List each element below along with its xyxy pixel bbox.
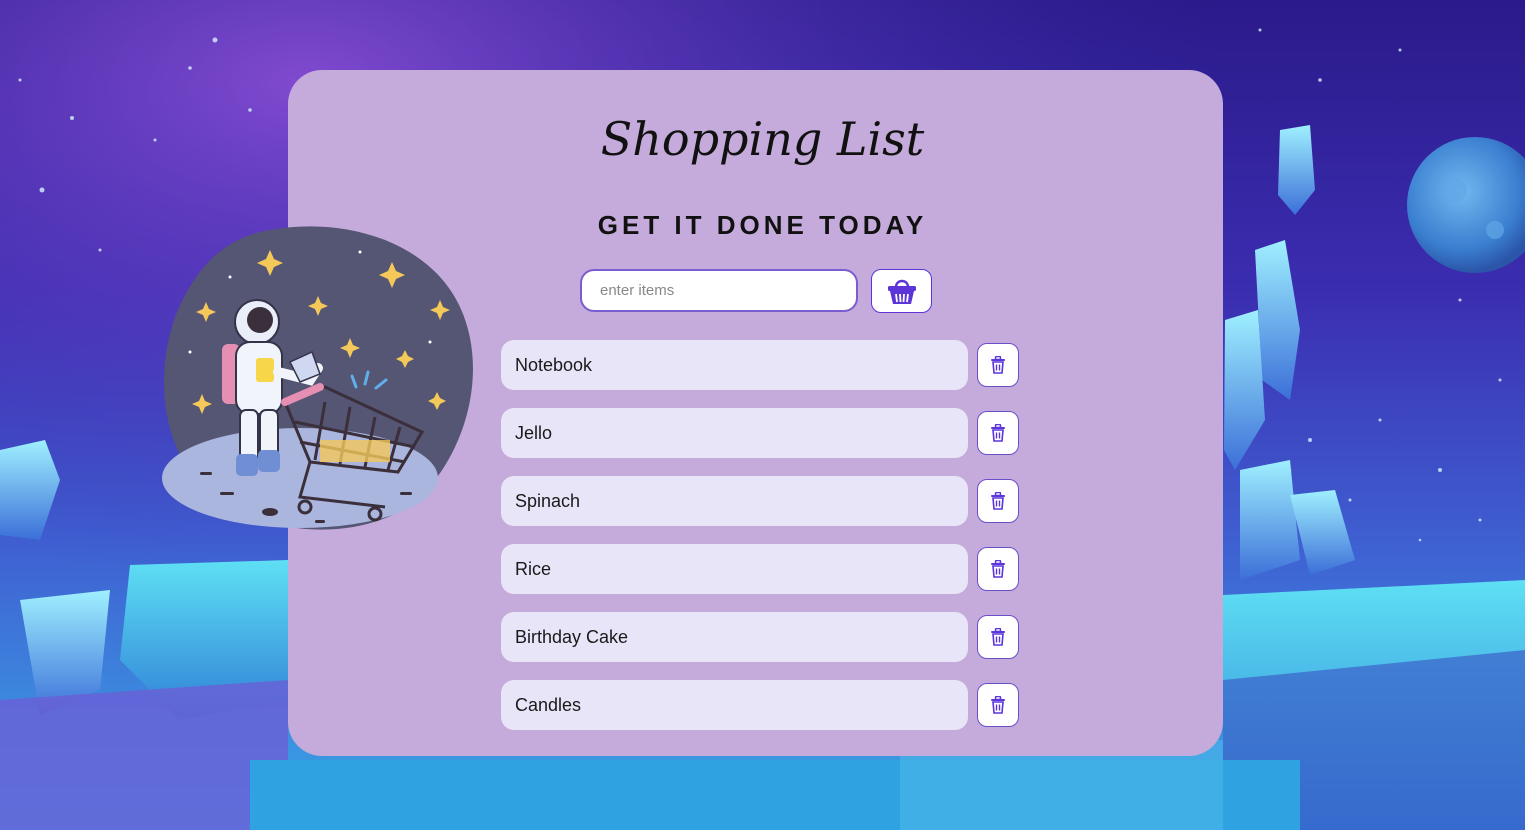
item-entry-input[interactable]: [580, 269, 858, 312]
list-item: Rice: [501, 544, 1021, 594]
list-item: Candles: [501, 680, 1021, 730]
list-item-label: Spinach: [501, 476, 968, 526]
page-title: Shopping List: [600, 112, 925, 166]
astronaut-shopping-cart-illustration: [162, 226, 473, 530]
list-item: Spinach: [501, 476, 1021, 526]
delete-item-button[interactable]: [977, 343, 1019, 387]
space-background: Shopping List GET IT DONE TODAY Notebook: [0, 0, 1525, 830]
shopping-list: Notebook Jello Spinach Rice Birthday Cak…: [501, 340, 1021, 748]
trash-icon: [991, 628, 1005, 646]
list-item-label: Candles: [501, 680, 968, 730]
trash-icon: [991, 356, 1005, 374]
delete-item-button[interactable]: [977, 411, 1019, 455]
trash-icon: [991, 560, 1005, 578]
list-item: Notebook: [501, 340, 1021, 390]
basket-icon: [887, 279, 916, 304]
list-item-label: Birthday Cake: [501, 612, 968, 662]
trash-icon: [991, 492, 1005, 510]
delete-item-button[interactable]: [977, 547, 1019, 591]
trash-icon: [991, 424, 1005, 442]
delete-item-button[interactable]: [977, 683, 1019, 727]
page-subtitle: GET IT DONE TODAY: [597, 210, 928, 240]
list-item-label: Jello: [501, 408, 968, 458]
list-item-label: Rice: [501, 544, 968, 594]
list-item: Jello: [501, 408, 1021, 458]
delete-item-button[interactable]: [977, 615, 1019, 659]
trash-icon: [991, 696, 1005, 714]
add-item-button[interactable]: [871, 269, 932, 313]
delete-item-button[interactable]: [977, 479, 1019, 523]
list-item: Birthday Cake: [501, 612, 1021, 662]
list-item-label: Notebook: [501, 340, 968, 390]
